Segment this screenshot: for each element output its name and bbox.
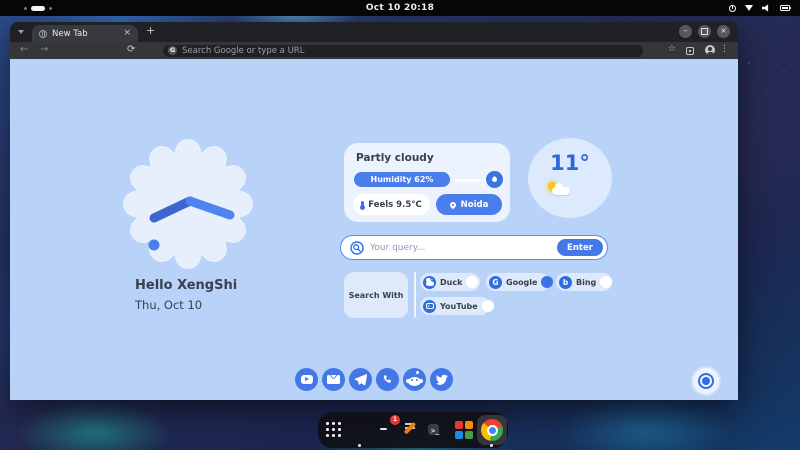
app-store-icon <box>455 421 473 439</box>
dock-item-terminal[interactable]: >_ <box>426 418 450 442</box>
dock-item-app-store[interactable] <box>452 418 476 442</box>
profile-avatar-icon[interactable] <box>705 45 715 55</box>
reddit-social-icon[interactable] <box>403 368 426 391</box>
engine-label: YouTube <box>440 301 478 311</box>
volume-icon[interactable] <box>762 4 769 12</box>
browser-toolbar: ← → ⟳ G Search Google or type a URL ☆ ⋮ <box>10 42 738 59</box>
engine-toggle-google[interactable]: G Google <box>486 273 554 291</box>
address-bar-placeholder: Search Google or type a URL <box>182 45 305 56</box>
window-close-button[interactable]: × <box>717 25 730 38</box>
search-enter-button[interactable]: Enter <box>557 239 603 256</box>
engine-radio[interactable] <box>541 276 554 288</box>
privacy-indicator-icon[interactable] <box>729 4 736 12</box>
twitter-social-icon[interactable] <box>430 368 453 391</box>
temperature-value: 11° <box>550 151 590 175</box>
terminal-icon: >_ <box>428 424 440 435</box>
google-icon: G <box>489 275 502 289</box>
humidity-pill: Humidity 62% <box>354 172 450 187</box>
telegram-social-icon[interactable] <box>349 368 372 391</box>
tab-title: New Tab <box>52 28 88 39</box>
dock: 1 >_ <box>318 412 508 448</box>
app-grid-icon <box>326 422 342 438</box>
reload-button[interactable]: ⟳ <box>127 44 135 55</box>
weather-condition: Partly cloudy <box>356 152 434 164</box>
show-apps-button[interactable] <box>322 418 346 442</box>
location-text: Noida <box>460 199 489 210</box>
youtube-social-icon[interactable] <box>295 368 318 391</box>
search-with-card: Search With <box>344 272 408 318</box>
humidity-droplet-icon <box>486 171 503 188</box>
temperature-widget: 11° <box>528 138 612 218</box>
back-button[interactable]: ← <box>20 44 28 55</box>
workspace-indicator[interactable] <box>24 6 52 11</box>
google-search-icon: G <box>168 46 177 56</box>
engine-label: Duck <box>440 277 463 287</box>
partly-cloudy-icon <box>547 181 573 197</box>
widgets-visibility-toggle[interactable] <box>693 368 719 394</box>
address-bar[interactable]: G Search Google or type a URL <box>163 44 643 57</box>
new-tab-page: Hello XengShi Thu, Oct 10 Partly cloudy … <box>10 59 738 400</box>
new-tab-button[interactable]: + <box>146 24 155 37</box>
dock-item-chrome-active[interactable] <box>477 415 507 445</box>
humidity-slider-track <box>454 179 486 182</box>
toggle-ring <box>698 373 714 389</box>
search-with-label: Search With <box>348 290 404 300</box>
engine-label: Google <box>506 277 538 287</box>
location-pin-icon <box>448 200 457 209</box>
dock-item-text-editor[interactable] <box>400 418 424 442</box>
engine-toggle-duck[interactable]: Duck <box>420 273 480 291</box>
analog-clock-widget <box>123 139 253 269</box>
duckduckgo-icon <box>423 275 436 289</box>
dock-item-firefox[interactable] <box>348 418 372 442</box>
engine-radio[interactable] <box>481 300 494 312</box>
tab-close-icon[interactable]: × <box>123 29 131 38</box>
whatsapp-social-icon[interactable] <box>376 368 399 391</box>
engine-radio[interactable] <box>466 276 479 288</box>
forward-button[interactable]: → <box>40 44 48 55</box>
chrome-icon <box>481 419 503 441</box>
engine-toggle-youtube[interactable]: YouTube <box>420 297 494 315</box>
battery-icon[interactable] <box>780 5 792 11</box>
engine-label: Bing <box>576 277 597 287</box>
wifi-icon[interactable] <box>745 5 753 11</box>
tab-new-tab[interactable]: New Tab × <box>32 25 138 42</box>
system-status-area[interactable] <box>729 0 792 16</box>
date-text: Thu, Oct 10 <box>135 298 203 312</box>
tab-search-chevron-icon[interactable] <box>18 30 24 34</box>
search-with-divider <box>414 272 416 318</box>
chrome-running-indicator <box>490 444 493 447</box>
notification-badge: 1 <box>390 415 400 425</box>
tab-favicon-globe-icon <box>39 29 47 38</box>
bookmark-star-icon[interactable]: ☆ <box>668 44 676 54</box>
engine-toggle-bing[interactable]: b Bing <box>556 273 613 291</box>
workspace-active-pill[interactable] <box>31 6 45 11</box>
bing-icon: b <box>559 275 572 289</box>
extensions-icon[interactable] <box>686 47 694 55</box>
search-input[interactable] <box>370 242 551 253</box>
feels-like-text: Feels 9.5°C <box>368 199 422 210</box>
location-button[interactable]: Noida <box>436 194 502 215</box>
browser-menu-icon[interactable]: ⋮ <box>720 44 729 54</box>
dock-item-package-manager[interactable]: 1 <box>374 415 400 442</box>
engine-radio[interactable] <box>600 276 613 288</box>
workspace-dot[interactable] <box>24 7 27 10</box>
search-icon <box>350 240 364 255</box>
window-maximize-button[interactable] <box>698 25 711 38</box>
youtube-icon <box>423 299 436 313</box>
browser-window: New Tab × + – × ← → ⟳ G Search Google or… <box>10 22 738 400</box>
greeting-text: Hello XengShi <box>135 278 238 293</box>
system-clock[interactable]: Oct 10 20:18 <box>366 3 434 13</box>
weather-card: Partly cloudy Humidity 62% Feels 9.5°C N… <box>344 143 510 222</box>
window-minimize-button[interactable]: – <box>679 25 692 38</box>
clock-seconds-dot <box>148 239 160 251</box>
thermometer-icon <box>360 200 366 210</box>
mail-social-icon[interactable] <box>322 368 345 391</box>
workspace-dot[interactable] <box>49 7 52 10</box>
tab-strip: New Tab × + – × <box>10 22 738 42</box>
system-top-bar: Oct 10 20:18 <box>0 0 800 16</box>
search-bar[interactable]: Enter <box>340 235 608 260</box>
toggle-dot <box>702 377 710 385</box>
feels-like-pill: Feels 9.5°C <box>353 194 430 215</box>
firefox-running-indicator <box>358 444 361 447</box>
